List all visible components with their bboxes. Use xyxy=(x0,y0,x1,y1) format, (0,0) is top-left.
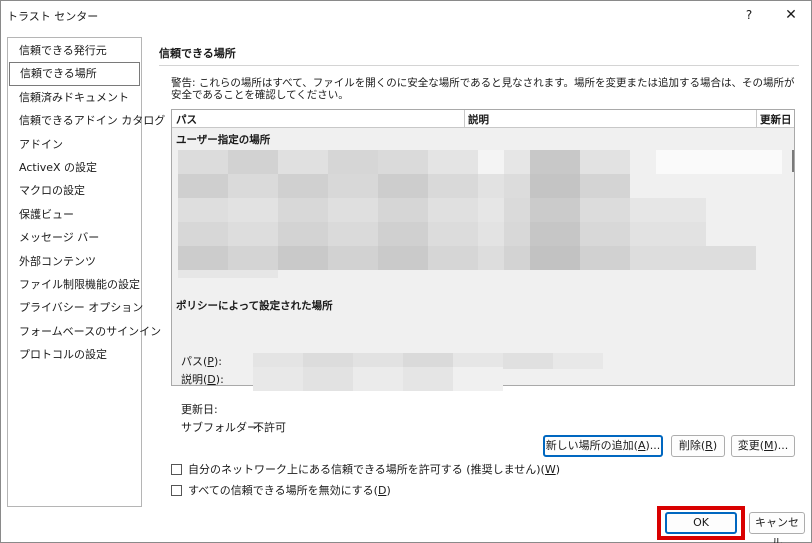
allow-network-label: 自分のネットワーク上にある信頼できる場所を許可する (推奨しません)(W) xyxy=(188,463,561,476)
help-button[interactable]: ? xyxy=(733,3,765,27)
disable-all-label: すべての信頼できる場所を無効にする(D) xyxy=(188,484,391,497)
sidebar-item-trusted-publishers[interactable]: 信頼できる発行元 xyxy=(8,39,141,62)
sidebar-item-trusted-documents[interactable]: 信頼済みドキュメント xyxy=(8,86,141,109)
sidebar-item-trusted-locations[interactable]: 信頼できる場所 xyxy=(9,62,140,86)
trusted-locations-list[interactable]: パス 説明 更新日 ユーザー指定の場所 ポリシーによって設定された場所 xyxy=(171,109,795,386)
table-row[interactable] xyxy=(178,222,706,246)
path-label: パス(P): xyxy=(181,355,222,368)
description-value xyxy=(253,367,503,391)
sidebar-item-external-content[interactable]: 外部コンテンツ xyxy=(8,250,141,273)
column-divider[interactable] xyxy=(464,110,465,128)
description-label: 説明(D): xyxy=(181,373,224,386)
allow-network-option[interactable]: 自分のネットワーク上にある信頼できる場所を許可する (推奨しません)(W) xyxy=(171,461,560,477)
ok-button[interactable]: OK xyxy=(665,512,737,534)
section-divider xyxy=(159,65,799,66)
group-label-policy: ポリシーによって設定された場所 xyxy=(176,300,333,312)
sidebar-item-protected-view[interactable]: 保護ビュー xyxy=(8,203,141,226)
table-row[interactable] xyxy=(178,150,782,174)
column-header-path[interactable]: パス xyxy=(176,112,197,127)
modified-label: 更新日: xyxy=(181,403,218,416)
disable-all-checkbox[interactable] xyxy=(171,484,182,496)
warning-text: 警告: これらの場所はすべて、ファイルを開くのに安全な場所であると見なされます。… xyxy=(171,77,795,101)
sidebar-item-message-bar[interactable]: メッセージ バー xyxy=(8,226,141,249)
sidebar-item-activex[interactable]: ActiveX の設定 xyxy=(8,156,141,179)
sidebar-item-form-signin[interactable]: フォームベースのサインイン xyxy=(8,320,161,343)
title-bar: トラスト センター ? ✕ xyxy=(1,1,811,31)
sidebar-item-protocols[interactable]: プロトコルの設定 xyxy=(8,343,141,366)
column-divider[interactable] xyxy=(756,110,757,128)
subfolder-label: サブフォルダー: xyxy=(181,421,262,434)
list-scrollbar[interactable] xyxy=(792,150,794,172)
sidebar-item-addins[interactable]: アドイン xyxy=(8,133,141,156)
column-header-modified[interactable]: 更新日 xyxy=(760,112,792,127)
allow-network-checkbox[interactable] xyxy=(171,463,182,475)
cancel-button[interactable]: キャンセル xyxy=(749,512,805,543)
close-button[interactable]: ✕ xyxy=(775,3,807,27)
sidebar-item-macros[interactable]: マクロの設定 xyxy=(8,179,141,202)
table-row[interactable] xyxy=(178,174,630,198)
window-title: トラスト センター xyxy=(7,10,99,23)
list-header: パス 説明 更新日 xyxy=(172,110,794,128)
column-header-description[interactable]: 説明 xyxy=(468,112,489,127)
subfolder-value: 不許可 xyxy=(253,421,286,434)
sidebar-nav: 信頼できる発行元 信頼できる場所 信頼済みドキュメント 信頼できるアドイン カタ… xyxy=(7,37,165,507)
table-row[interactable] xyxy=(178,270,278,278)
modify-button[interactable]: 変更(M)... xyxy=(731,435,795,457)
section-title: 信頼できる場所 xyxy=(159,47,236,60)
table-row[interactable] xyxy=(178,246,756,270)
sidebar-item-privacy[interactable]: プライバシー オプション xyxy=(8,296,143,319)
table-row[interactable] xyxy=(178,198,706,222)
remove-button[interactable]: 削除(R) xyxy=(671,435,725,457)
trust-center-dialog: トラスト センター ? ✕ 信頼できる発行元 信頼できる場所 信頼済みドキュメン… xyxy=(0,0,812,543)
disable-all-option[interactable]: すべての信頼できる場所を無効にする(D) xyxy=(171,482,391,498)
main-panel: 信頼できる場所 警告: これらの場所はすべて、ファイルを開くのに安全な場所である… xyxy=(151,37,811,507)
add-new-location-button[interactable]: 新しい場所の追加(A)... xyxy=(543,435,663,457)
group-label-user: ユーザー指定の場所 xyxy=(176,134,271,146)
sidebar-item-file-block[interactable]: ファイル制限機能の設定 xyxy=(8,273,141,296)
sidebar-item-addin-catalogs[interactable]: 信頼できるアドイン カタログ xyxy=(8,109,165,132)
